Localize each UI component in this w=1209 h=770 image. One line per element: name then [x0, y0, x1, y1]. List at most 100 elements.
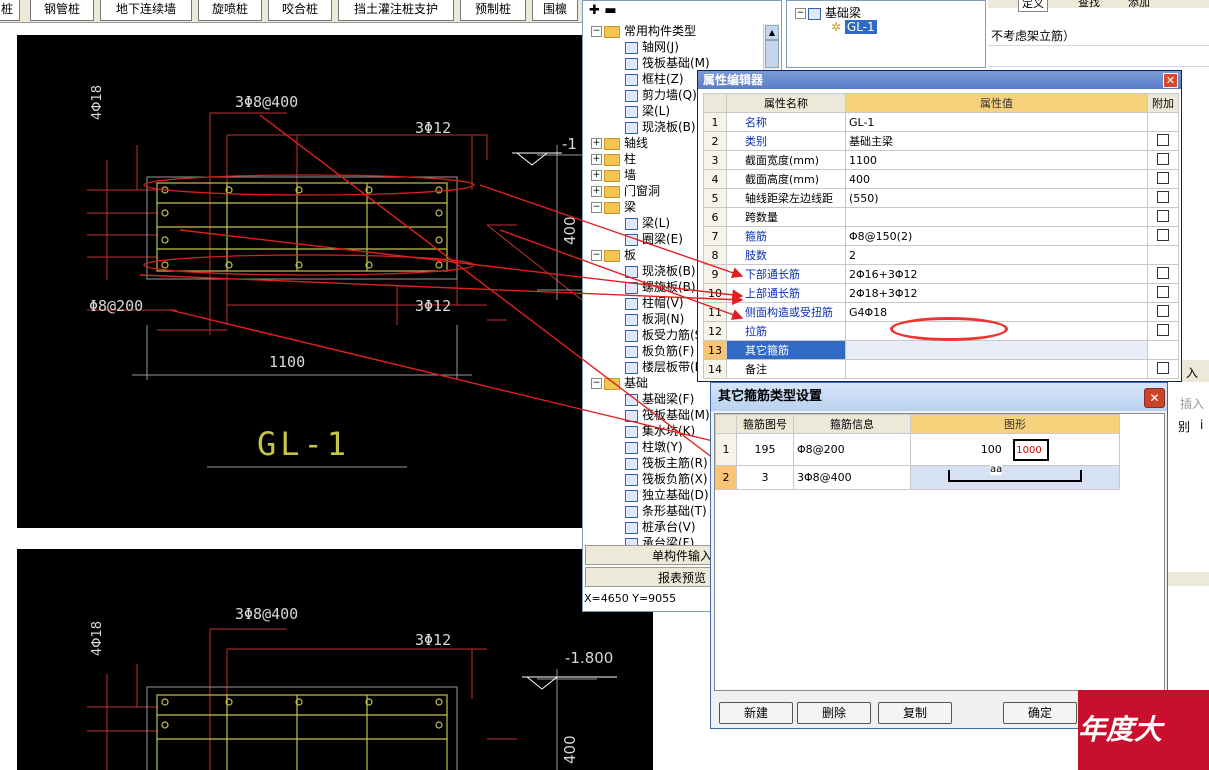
tree-item[interactable]: 筏板基础(M) [625, 55, 710, 71]
extra-checkbox[interactable] [1157, 304, 1169, 317]
expand-icon[interactable]: + [591, 138, 602, 149]
close-icon[interactable]: ✕ [1163, 73, 1178, 88]
collapse-icon[interactable]: − [795, 8, 806, 19]
ad-banner[interactable]: 年度大 [1078, 690, 1209, 770]
property-value-cell[interactable]: 1100 [845, 150, 1148, 170]
property-value-cell[interactable] [845, 207, 1148, 227]
tree-item[interactable]: − 板 [591, 247, 636, 263]
cad-drawing-top[interactable]: 3Φ8@400 4Φ18 3Φ12 3Φ12 Φ8@200 1100 400 -… [17, 35, 582, 528]
table-row[interactable]: 9 下部通长筋 2Φ16+3Φ12 [703, 264, 1179, 284]
stirrup-info-cell[interactable]: 3Φ8@400 [793, 465, 911, 490]
property-value-cell[interactable]: GL-1 [845, 112, 1148, 132]
table-row[interactable]: 1 195 Φ8@200 100 1000 [715, 433, 1120, 466]
expand-icon[interactable]: + [591, 170, 602, 181]
extra-checkbox[interactable] [1157, 361, 1169, 374]
extra-checkbox[interactable] [1157, 285, 1169, 298]
tree-item[interactable]: 柱帽(V) [625, 295, 684, 311]
extra-checkbox[interactable] [1157, 228, 1169, 241]
tab-diaphragm-wall[interactable]: 地下连续墙 [100, 0, 192, 21]
extra-checkbox[interactable] [1157, 171, 1169, 184]
tree-expand-collapse-icons[interactable]: ✚ ▬ [589, 3, 617, 18]
property-value-cell[interactable]: (550) [845, 188, 1148, 208]
property-value-cell[interactable] [845, 340, 1148, 360]
tree-item[interactable]: 梁(L) [625, 215, 670, 231]
extra-checkbox[interactable] [1157, 266, 1169, 279]
tree-item[interactable]: − 梁 [591, 199, 636, 215]
table-row[interactable]: 4 截面高度(mm) 400 [703, 169, 1179, 189]
table-row[interactable]: 7 箍筋 Φ8@150(2) [703, 226, 1179, 246]
tree-item[interactable]: 筏板基础(M) [625, 407, 710, 423]
cad-drawing-bottom[interactable]: 3Φ8@400 4Φ18 3Φ12 -1.800 400 [17, 549, 653, 770]
right-tree-child[interactable]: ✲ GL-1 [831, 20, 877, 34]
collapse-icon[interactable]: − [591, 378, 602, 389]
stirrup-code-cell[interactable]: 3 [736, 465, 794, 490]
table-row[interactable]: 3 截面宽度(mm) 1100 [703, 150, 1179, 170]
expand-icon[interactable]: + [591, 186, 602, 197]
property-value-cell[interactable]: 2Φ16+3Φ12 [845, 264, 1148, 284]
insert-label-2[interactable]: 插入 [1180, 395, 1204, 412]
tab-retaining-pile[interactable]: 挡土灌注桩支护 [338, 0, 454, 21]
tree-item[interactable]: + 门窗洞 [591, 183, 660, 199]
extra-checkbox[interactable] [1157, 133, 1169, 146]
ok-button[interactable]: 确定 [1003, 702, 1077, 724]
stirrup-code-cell[interactable]: 195 [736, 433, 794, 466]
tree-item[interactable]: + 柱 [591, 151, 636, 167]
tree-item[interactable]: 现浇板(B) [625, 263, 696, 279]
tree-item[interactable]: 筏板主筋(R) [625, 455, 708, 471]
property-value-cell[interactable]: G4Φ18 [845, 302, 1148, 322]
scroll-up-icon[interactable]: ▲ [765, 25, 779, 40]
tab-jet-grout-pile[interactable]: 旋喷桩 [198, 0, 262, 21]
property-value-cell[interactable]: 400 [845, 169, 1148, 189]
shape-edit-field[interactable]: aa [990, 464, 1003, 475]
collapse-icon[interactable]: − [591, 202, 602, 213]
copy-button[interactable]: 复制 [878, 702, 952, 724]
collapse-icon[interactable]: − [591, 250, 602, 261]
tab-pile[interactable]: 桩 [0, 0, 20, 21]
tree-item[interactable]: 现浇板(B) [625, 119, 696, 135]
tree-item[interactable]: 独立基础(D) [625, 487, 709, 503]
tree-item[interactable]: + 轴线 [591, 135, 648, 151]
extra-checkbox[interactable] [1157, 152, 1169, 165]
table-row[interactable]: 2 3 3Φ8@400 aa [715, 464, 1120, 490]
table-row[interactable]: 10 上部通长筋 2Φ18+3Φ12 [703, 283, 1179, 303]
table-row[interactable]: 1 名称 GL-1 [703, 112, 1179, 132]
tree-item[interactable]: + 墙 [591, 167, 636, 183]
property-value-cell[interactable]: 2Φ18+3Φ12 [845, 283, 1148, 303]
tree-item[interactable]: 集水坑(K) [625, 423, 695, 439]
extra-checkbox[interactable] [1157, 323, 1169, 336]
new-button[interactable]: 新建 [719, 702, 793, 724]
tab-precast-pile[interactable]: 预制桩 [460, 0, 526, 21]
stirrup-shape-cell[interactable]: aa [910, 464, 1120, 490]
tree-item[interactable]: 框柱(Z) [625, 71, 684, 87]
table-row[interactable]: 13 其它箍筋 [703, 340, 1179, 360]
tab-waling[interactable]: 围檩 [532, 0, 578, 21]
close-icon[interactable]: ✕ [1144, 388, 1165, 408]
tree-item[interactable]: 螺旋板(B) [625, 279, 696, 295]
table-row[interactable]: 14 备注 [703, 359, 1179, 379]
tree-item[interactable]: 楼层板带(H) [625, 359, 708, 375]
property-value-cell[interactable]: Φ8@150(2) [845, 226, 1148, 246]
tree-item[interactable]: 板洞(N) [625, 311, 684, 327]
tree-item[interactable]: 条形基础(T) [625, 503, 707, 519]
tab-steel-pipe-pile[interactable]: 钢管桩 [30, 0, 94, 21]
tree-item[interactable]: 桩承台(V) [625, 519, 696, 535]
define-button[interactable]: 定义 [1018, 0, 1048, 12]
tree-item[interactable]: 基础梁(F) [625, 391, 694, 407]
property-value-cell[interactable]: 基础主梁 [845, 131, 1148, 151]
tree-item[interactable]: 轴网(J) [625, 39, 679, 55]
right-tree-root[interactable]: − 基础梁 [795, 4, 861, 21]
collapse-icon[interactable]: − [591, 26, 602, 37]
property-editor-title[interactable]: 属性编辑器 [698, 71, 1181, 89]
tab-secant-pile[interactable]: 咬合桩 [268, 0, 332, 21]
tree-item[interactable]: 板受力筋(S) [625, 327, 707, 343]
table-row[interactable]: 2 类别 基础主梁 [703, 131, 1179, 151]
find-button[interactable]: 查找 [1078, 0, 1100, 10]
tree-item[interactable]: − 常用构件类型 [591, 23, 696, 39]
extra-checkbox[interactable] [1157, 190, 1169, 203]
scroll-thumb[interactable] [765, 40, 779, 68]
property-value-cell[interactable]: 2 [845, 245, 1148, 265]
property-value-cell[interactable] [845, 359, 1148, 379]
add-button[interactable]: 添加 [1128, 0, 1150, 10]
stirrup-shape-cell[interactable]: 100 1000 [910, 433, 1120, 466]
tree-item[interactable]: 柱墩(Y) [625, 439, 683, 455]
